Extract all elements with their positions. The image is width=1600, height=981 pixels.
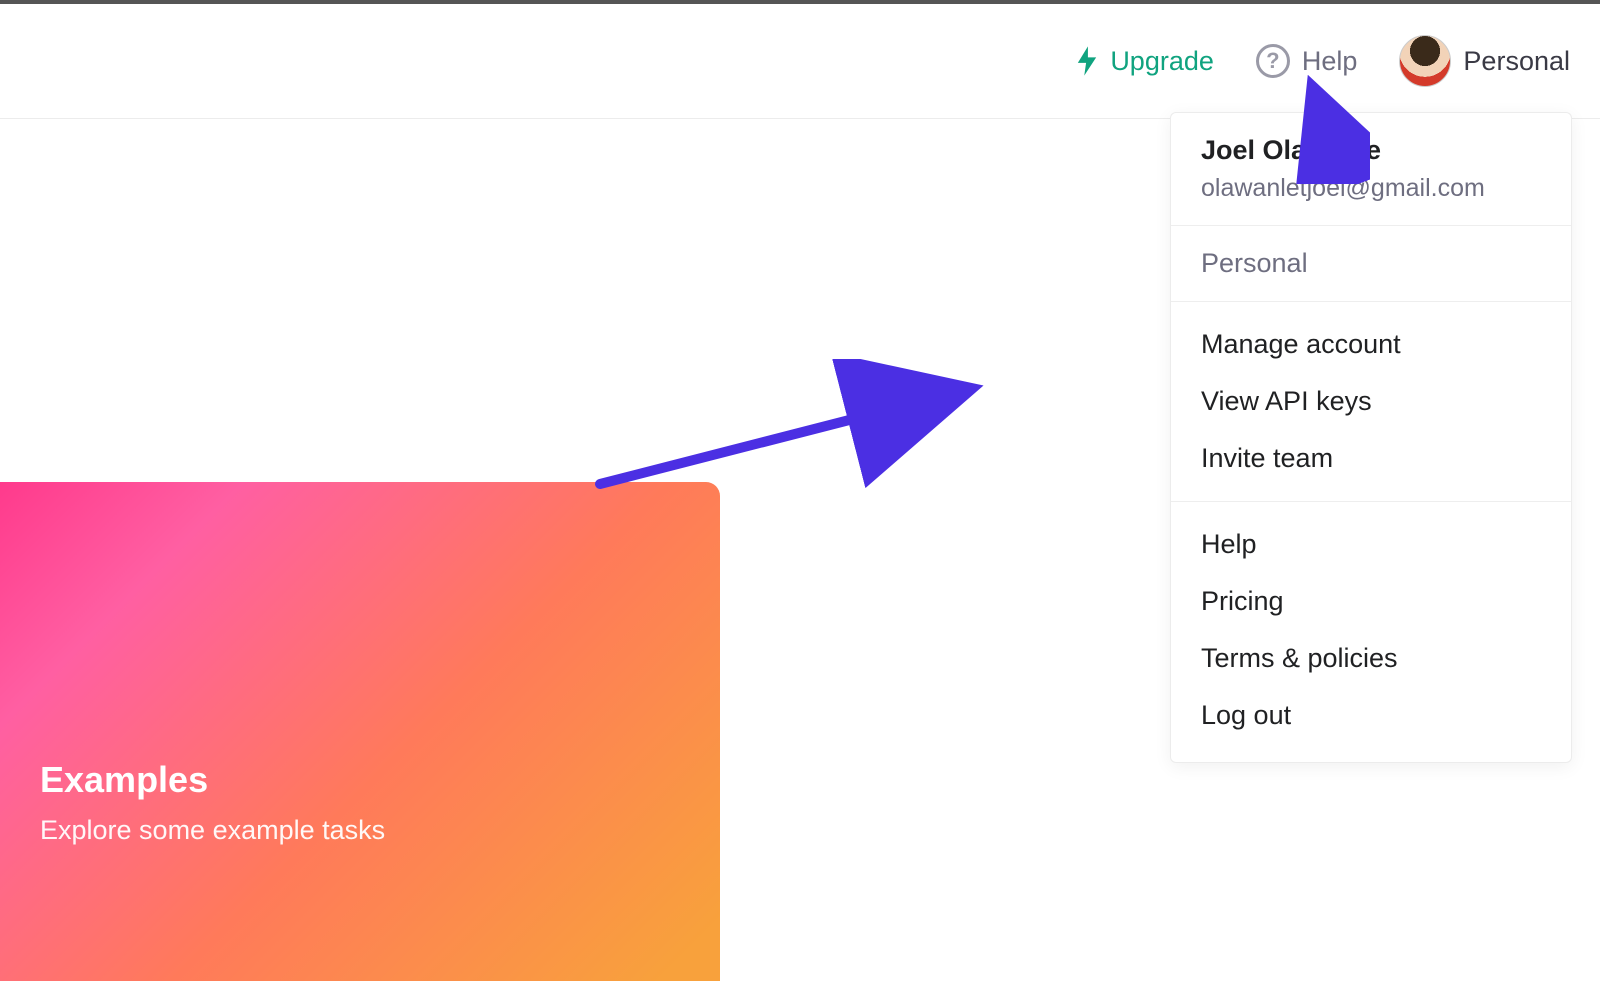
workspace-section[interactable]: Personal xyxy=(1171,226,1571,302)
menu-item-pricing[interactable]: Pricing xyxy=(1171,573,1571,630)
workspace-label: Personal xyxy=(1201,248,1541,279)
annotation-arrow-api-keys xyxy=(590,359,990,499)
menu-group-main: Manage account View API keys Invite team xyxy=(1171,302,1571,502)
menu-item-manage-account[interactable]: Manage account xyxy=(1171,316,1571,373)
upgrade-label: Upgrade xyxy=(1110,46,1214,77)
user-email: olawanletjoel@gmail.com xyxy=(1201,174,1541,203)
examples-card[interactable]: Examples Explore some example tasks xyxy=(0,482,720,981)
bolt-icon xyxy=(1076,46,1098,76)
menu-item-terms-policies[interactable]: Terms & policies xyxy=(1171,630,1571,687)
help-label: Help xyxy=(1302,46,1358,77)
question-circle-icon: ? xyxy=(1256,44,1290,78)
header-bar: Upgrade ? Help Personal xyxy=(0,4,1600,119)
menu-item-view-api-keys[interactable]: View API keys xyxy=(1171,373,1571,430)
account-menu-trigger[interactable]: Personal xyxy=(1399,35,1570,87)
upgrade-button[interactable]: Upgrade xyxy=(1076,46,1214,77)
account-user-block: Joel Olawanle olawanletjoel@gmail.com xyxy=(1171,113,1571,226)
menu-group-secondary: Help Pricing Terms & policies Log out xyxy=(1171,502,1571,762)
menu-item-help[interactable]: Help xyxy=(1171,516,1571,573)
avatar xyxy=(1399,35,1451,87)
examples-subtitle: Explore some example tasks xyxy=(40,815,680,846)
help-button[interactable]: ? Help xyxy=(1256,44,1358,78)
menu-item-invite-team[interactable]: Invite team xyxy=(1171,430,1571,487)
account-dropdown: Joel Olawanle olawanletjoel@gmail.com Pe… xyxy=(1170,112,1572,763)
user-name: Joel Olawanle xyxy=(1201,135,1541,166)
menu-item-log-out[interactable]: Log out xyxy=(1171,687,1571,744)
account-label: Personal xyxy=(1463,46,1570,77)
examples-title: Examples xyxy=(40,759,680,801)
